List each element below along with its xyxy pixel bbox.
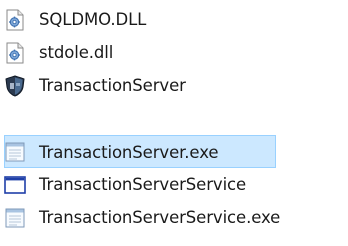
application-shield-icon: [4, 75, 26, 97]
file-item-stdole-dll[interactable]: stdole.dll: [4, 36, 164, 69]
file-item-transactionserver[interactable]: TransactionServer: [4, 69, 234, 102]
exe-file-icon: [4, 207, 26, 229]
exe-file-icon: [4, 141, 26, 163]
file-item-transactionserver-exe[interactable]: TransactionServer.exe: [4, 135, 276, 168]
file-item-transactionserverservice[interactable]: TransactionServerService: [4, 168, 304, 201]
file-name: TransactionServerService.exe: [39, 208, 281, 227]
file-name: TransactionServerService: [39, 175, 247, 194]
application-window-icon: [4, 174, 26, 196]
file-item-transactionserverservice-exe[interactable]: TransactionServerService.exe: [4, 201, 344, 234]
file-item-sqldmo-dll[interactable]: SQLDMO.DLL: [4, 3, 164, 36]
file-list: SQLDMO.DLL stdole.dll TransactionServer …: [0, 0, 348, 246]
file-name: stdole.dll: [39, 43, 114, 62]
dll-file-icon: [4, 9, 26, 31]
file-name: TransactionServer.exe: [39, 143, 219, 162]
file-name: SQLDMO.DLL: [39, 10, 147, 29]
file-name: TransactionServer: [39, 76, 186, 95]
dll-file-icon: [4, 42, 26, 64]
